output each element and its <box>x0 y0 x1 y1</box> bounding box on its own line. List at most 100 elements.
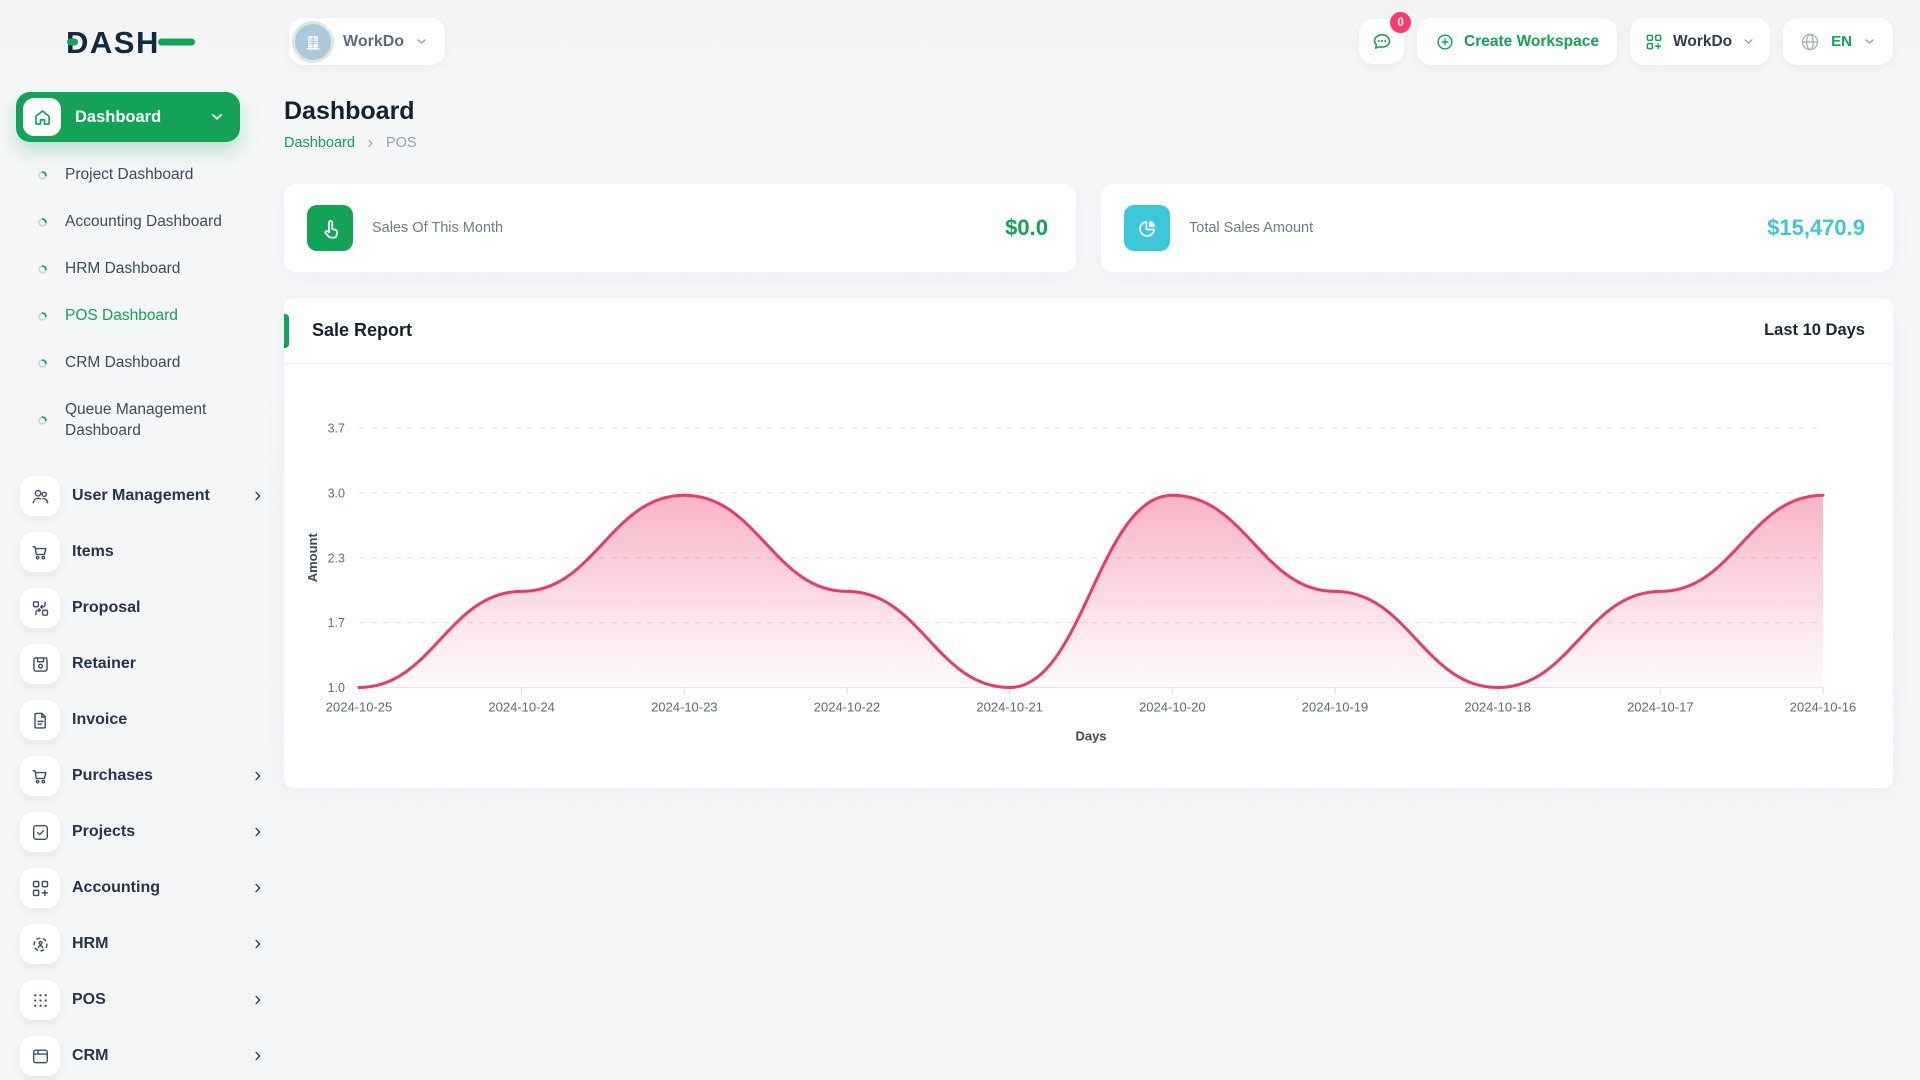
app-root: DASH Dashboard Project Dashboard Account… <box>0 0 1920 1080</box>
home-icon <box>23 98 61 136</box>
sidebar-dashboard-submenu: Project Dashboard Accounting Dashboard H… <box>0 152 284 454</box>
app-logo[interactable]: DASH <box>66 22 196 64</box>
sidebar-item-label: Invoice <box>72 711 128 729</box>
create-workspace-label: Create Workspace <box>1464 32 1600 50</box>
svg-text:2024-10-19: 2024-10-19 <box>1302 700 1369 715</box>
messages-badge: 0 <box>1390 12 1412 33</box>
sidebar-item-hrm[interactable]: HRM <box>0 916 284 972</box>
stat-cards-row: Sales Of This Month $0.0 Total Sales Amo… <box>284 184 1893 272</box>
projects-icon <box>20 812 60 853</box>
sidebar-item-label: Proposal <box>72 599 141 617</box>
status-ring-icon <box>36 263 49 276</box>
plus-circle-icon <box>1437 33 1453 50</box>
sidebar-item-crm[interactable]: CRM <box>0 1028 284 1080</box>
sidebar-item-dashboard[interactable]: Dashboard <box>16 92 240 142</box>
svg-text:3.0: 3.0 <box>328 486 345 500</box>
sidebar-item-label: User Management <box>72 487 210 505</box>
svg-text:2024-10-23: 2024-10-23 <box>651 700 718 715</box>
chevron-right-icon <box>250 1048 266 1064</box>
building-icon <box>306 35 320 50</box>
svg-text:3.7: 3.7 <box>328 422 345 436</box>
pie-chart-icon <box>1124 205 1170 251</box>
stat-label: Sales Of This Month <box>372 220 504 236</box>
messages-button[interactable]: 0 <box>1359 12 1412 64</box>
chevron-right-icon <box>250 824 266 840</box>
sidebar-subitem-queue-management-dashboard[interactable]: Queue Management Dashboard <box>0 387 284 455</box>
sidebar-item-retainer[interactable]: Retainer <box>0 636 284 692</box>
sidebar-subitem-crm-dashboard[interactable]: CRM Dashboard <box>0 340 284 387</box>
hand-click-icon <box>307 205 353 251</box>
stat-card-sales-of-this-month: Sales Of This Month $0.0 <box>284 184 1076 272</box>
svg-text:2024-10-20: 2024-10-20 <box>1139 700 1206 715</box>
breadcrumb-dashboard-link[interactable]: Dashboard <box>284 135 355 151</box>
sidebar-subitem-hrm-dashboard[interactable]: HRM Dashboard <box>0 246 284 293</box>
svg-text:2024-10-16: 2024-10-16 <box>1790 700 1857 715</box>
page-title: Dashboard <box>284 97 415 125</box>
status-ring-icon <box>36 414 49 427</box>
stat-label: Total Sales Amount <box>1189 220 1314 236</box>
language-menu-button[interactable]: EN <box>1783 18 1893 65</box>
sidebar-item-purchases[interactable]: Purchases <box>0 748 284 804</box>
svg-text:2024-10-25: 2024-10-25 <box>326 700 393 715</box>
sidebar-item-label: Items <box>72 543 114 561</box>
top-header: WorkDo 0 Create Workspace WorkDo EN <box>284 0 1893 71</box>
dash-logo-icon: DASH <box>66 25 195 60</box>
proposal-icon <box>20 588 60 629</box>
svg-text:Amount: Amount <box>305 533 320 583</box>
stat-value: $15,470.9 <box>1767 215 1865 240</box>
sidebar-item-invoice[interactable]: Invoice <box>0 692 284 748</box>
cart-icon <box>20 756 60 797</box>
crm-icon <box>20 1036 60 1077</box>
sidebar-item-label: Accounting <box>72 879 160 897</box>
invoice-icon <box>20 700 60 741</box>
users-icon <box>20 476 60 517</box>
sale-report-chart: 3.7 3.0 2.3 1.7 1.0 2024-10-25 2024-10-24 2024-… <box>305 422 1857 744</box>
main-area: WorkDo 0 Create Workspace WorkDo EN Dash… <box>284 0 1920 788</box>
sidebar-item-items[interactable]: Items <box>0 524 284 580</box>
sidebar: DASH Dashboard Project Dashboard Account… <box>0 0 284 1080</box>
sidebar-menu: User Management Items Proposal Retainer … <box>0 468 284 1080</box>
breadcrumb: Dashboard POS <box>284 135 1893 151</box>
sidebar-item-projects[interactable]: Projects <box>0 804 284 860</box>
workspace-avatar <box>295 23 331 60</box>
header-actions: 0 Create Workspace WorkDo EN <box>1359 12 1893 65</box>
svg-text:2024-10-17: 2024-10-17 <box>1627 700 1694 715</box>
sidebar-item-user-management[interactable]: User Management <box>0 468 284 524</box>
chevron-down-icon <box>1865 39 1874 44</box>
status-ring-icon <box>36 310 49 323</box>
sidebar-item-proposal[interactable]: Proposal <box>0 580 284 636</box>
stat-value: $0.0 <box>1005 215 1048 240</box>
sidebar-subitem-label: HRM Dashboard <box>65 259 181 277</box>
chat-bubble-icon <box>1373 33 1390 49</box>
sidebar-subitem-label: Queue Management Dashboard <box>65 400 207 439</box>
language-menu-label: EN <box>1831 33 1852 50</box>
chevron-right-icon <box>250 936 266 952</box>
cart-icon <box>20 532 60 573</box>
sidebar-subitem-label: Project Dashboard <box>65 166 194 183</box>
sidebar-subitem-accounting-dashboard[interactable]: Accounting Dashboard <box>0 199 284 246</box>
chevron-right-icon <box>250 768 266 784</box>
chevron-down-icon <box>212 114 222 120</box>
workspace-menu-button[interactable]: WorkDo <box>1630 18 1771 65</box>
sale-report-card: Sale Report Last 10 Days 3.7 3.0 2.3 1.7 1.0… <box>284 298 1893 788</box>
sidebar-item-label: HRM <box>72 935 109 953</box>
sidebar-item-label: Retainer <box>72 655 137 673</box>
svg-text:1.0: 1.0 <box>328 681 345 695</box>
sidebar-subitem-label: CRM Dashboard <box>65 353 181 371</box>
sidebar-item-label: Purchases <box>72 767 153 785</box>
sidebar-item-label: CRM <box>72 1047 109 1065</box>
pos-grid-icon <box>20 980 60 1021</box>
sidebar-item-pos[interactable]: POS <box>0 972 284 1028</box>
create-workspace-button[interactable]: Create Workspace <box>1417 18 1618 65</box>
sidebar-item-accounting[interactable]: Accounting <box>0 860 284 916</box>
workspace-menu-label: WorkDo <box>1673 32 1733 50</box>
status-ring-icon <box>36 169 49 182</box>
sidebar-subitem-project-dashboard[interactable]: Project Dashboard <box>0 152 284 199</box>
chevron-right-icon <box>250 488 266 504</box>
chevron-right-icon <box>250 992 266 1008</box>
sale-report-chart-area: 3.7 3.0 2.3 1.7 1.0 2024-10-25 2024-10-24 2024-… <box>284 364 1893 788</box>
svg-text:2024-10-22: 2024-10-22 <box>814 700 881 715</box>
sidebar-subitem-pos-dashboard[interactable]: POS Dashboard <box>0 293 284 340</box>
grid-plus-icon <box>1646 34 1662 49</box>
workspace-chip[interactable]: WorkDo <box>289 18 446 65</box>
